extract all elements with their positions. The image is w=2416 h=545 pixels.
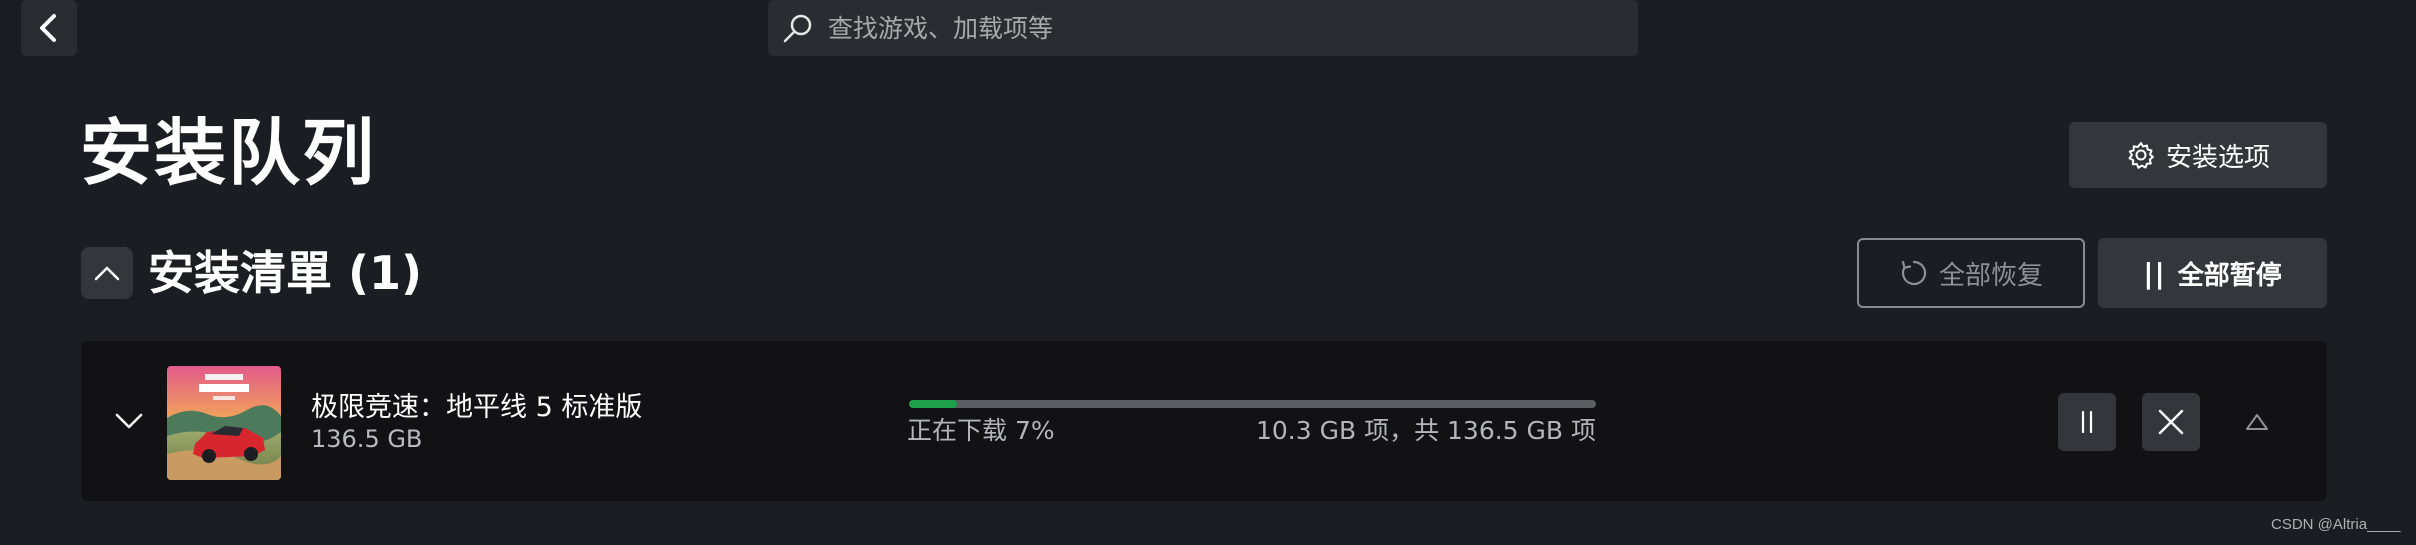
search-icon: [780, 10, 816, 46]
move-to-top-button[interactable]: [2228, 393, 2286, 451]
expand-item-button[interactable]: [107, 399, 151, 443]
queue-item[interactable]: 极限竞速：地平线 5 标准版 136.5 GB 正在下载 7% 10.3 GB …: [81, 341, 2327, 501]
chevron-up-icon: [94, 266, 120, 281]
chevron-left-icon: [40, 14, 56, 42]
search-input[interactable]: [826, 12, 1638, 44]
install-options-button[interactable]: 安装选项: [2069, 122, 2327, 188]
download-amount: 10.3 GB 项，共 136.5 GB 项: [1255, 416, 1596, 445]
resume-all-label: 全部恢复: [1938, 260, 2043, 291]
triangle-up-icon: [2246, 414, 2268, 430]
cancel-item-button[interactable]: [2142, 393, 2200, 451]
download-progress-fill: [909, 400, 958, 408]
game-size: 136.5 GB: [311, 425, 423, 453]
page-title: 安装队列: [80, 111, 377, 195]
pause-icon: ||: [2143, 256, 2166, 290]
game-title: 极限竞速：地平线 5 标准版: [311, 392, 643, 423]
download-status: 正在下载 7%: [907, 416, 1055, 445]
pause-item-button[interactable]: [2058, 393, 2116, 451]
chevron-down-icon: [115, 413, 143, 429]
collapse-section-button[interactable]: [81, 247, 133, 299]
install-queue-page: 安装队列 安装选项 安装清單 (1) 全部恢复 || 全部暂停: [0, 0, 2416, 545]
pause-all-label: 全部暂停: [2177, 260, 2282, 291]
download-progress-bar: [909, 400, 1596, 408]
install-options-label: 安装选项: [2165, 142, 2270, 173]
gear-icon: [2128, 142, 2154, 169]
section-title: 安装清單 (1): [148, 246, 423, 300]
watermark: CSDN @Altria____: [2271, 516, 2401, 533]
close-icon: [2158, 409, 2184, 435]
game-thumbnail: [167, 366, 281, 480]
back-button[interactable]: [21, 0, 77, 56]
refresh-icon: [1901, 260, 1927, 286]
pause-icon: [2081, 410, 2093, 434]
resume-all-button[interactable]: 全部恢复: [1857, 238, 2085, 308]
search-box[interactable]: [768, 0, 1638, 56]
pause-all-button[interactable]: || 全部暂停: [2098, 238, 2327, 308]
